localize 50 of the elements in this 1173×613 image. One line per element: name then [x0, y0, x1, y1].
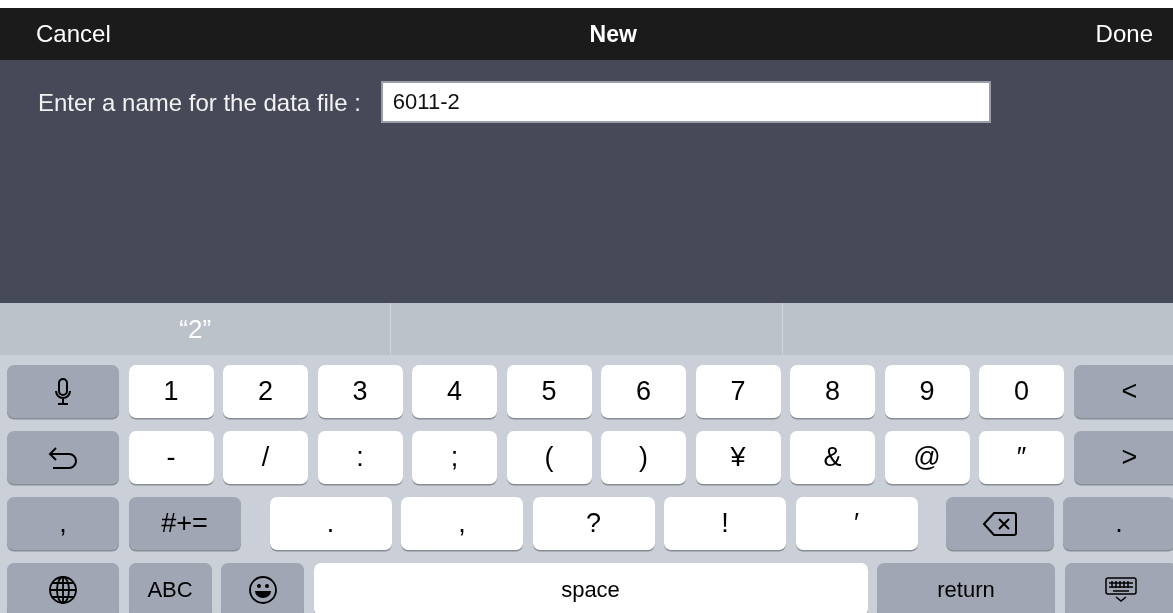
space-key[interactable]: space [313, 563, 868, 613]
key[interactable]: < [1073, 365, 1173, 418]
undo-icon [47, 445, 79, 470]
key[interactable]: ) [601, 431, 686, 484]
cancel-button[interactable]: Cancel [28, 16, 119, 52]
key[interactable]: @ [884, 431, 970, 484]
name-input-field[interactable]: 6011-2 [380, 81, 991, 123]
key[interactable]: 9 [884, 365, 970, 418]
hide-keyboard-key[interactable] [1064, 563, 1173, 613]
key[interactable]: > [1073, 431, 1173, 484]
key[interactable]: ″ [979, 431, 1064, 484]
return-key[interactable]: return [877, 563, 1055, 613]
key[interactable]: 5 [506, 365, 592, 418]
key[interactable]: 7 [695, 365, 781, 418]
globe-icon [48, 574, 78, 605]
key[interactable]: ABC [128, 563, 212, 613]
key[interactable]: / [223, 431, 308, 484]
key[interactable]: 8 [790, 365, 875, 418]
key[interactable]: ! [664, 497, 786, 550]
key[interactable]: 2 [223, 365, 308, 418]
key[interactable]: . [269, 497, 392, 550]
key[interactable]: ? [532, 497, 655, 550]
key[interactable]: . [1063, 497, 1173, 550]
undo-key[interactable] [7, 431, 119, 484]
smiley-icon [247, 574, 278, 605]
key[interactable]: 0 [979, 365, 1064, 418]
key[interactable]: 3 [317, 365, 403, 418]
key[interactable]: - [128, 431, 214, 484]
emoji-key[interactable] [221, 563, 304, 613]
delete-icon [981, 509, 1018, 538]
key[interactable]: ′ [795, 497, 918, 550]
nav-title: New [589, 20, 637, 48]
key[interactable]: , [401, 497, 523, 550]
key[interactable]: : [317, 431, 403, 484]
microphone-icon [54, 377, 72, 406]
key[interactable]: 6 [601, 365, 686, 418]
key[interactable]: & [790, 431, 875, 484]
field-label: Enter a name for the data file : [38, 88, 361, 118]
key[interactable]: 1 [128, 365, 214, 418]
key[interactable]: ¥ [695, 431, 781, 484]
key[interactable]: ( [506, 431, 592, 484]
keyboard-icon [1103, 575, 1138, 604]
key[interactable]: , [7, 497, 119, 550]
delete-key[interactable] [945, 497, 1054, 550]
globe-key[interactable] [7, 563, 119, 613]
key[interactable]: ; [412, 431, 497, 484]
key[interactable]: 4 [412, 365, 497, 418]
done-button[interactable]: Done [1087, 16, 1161, 52]
microphone-key[interactable] [7, 365, 119, 418]
key[interactable]: #+= [128, 497, 241, 550]
